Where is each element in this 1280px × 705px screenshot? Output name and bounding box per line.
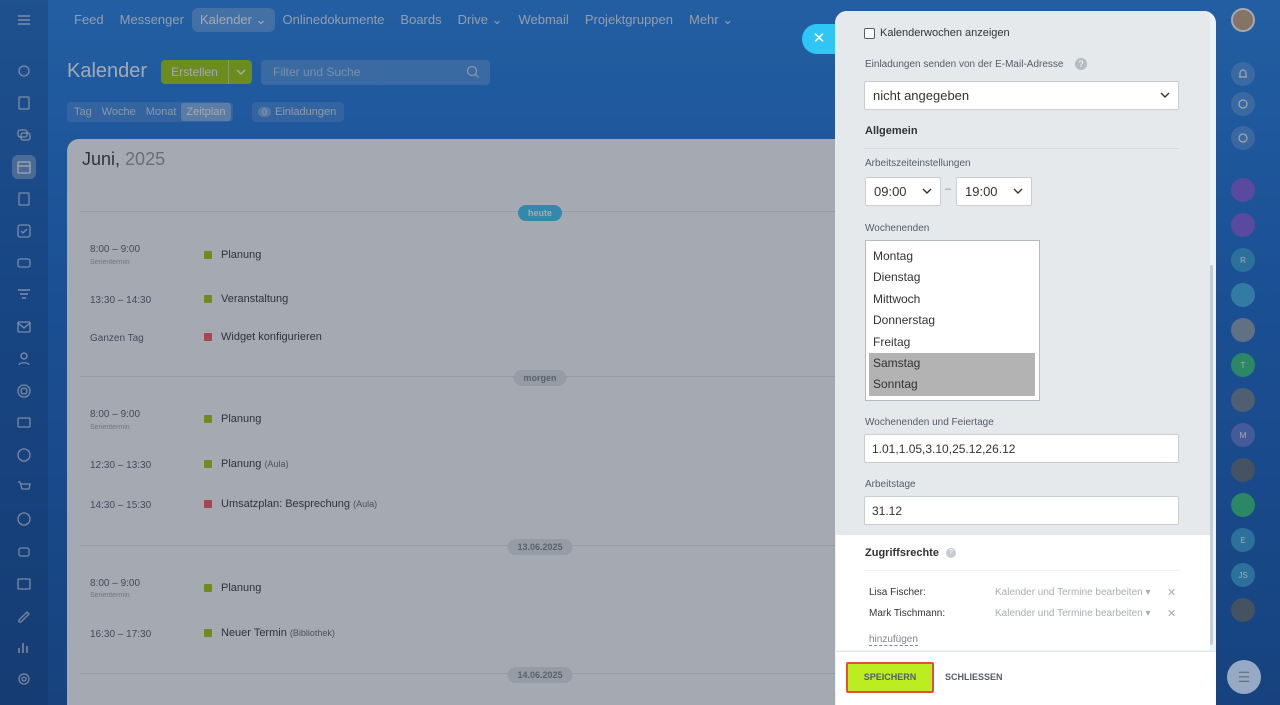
- work-start-value: 09:00: [874, 184, 907, 199]
- help-icon[interactable]: ?: [946, 548, 956, 558]
- general-section-title: Allgemein: [865, 125, 918, 137]
- weekday-option-selected[interactable]: Samstag: [869, 352, 1035, 375]
- invite-email-label: Einladungen senden von der E-Mail-Adress…: [865, 59, 1064, 70]
- week-numbers-checkbox[interactable]: [864, 28, 875, 39]
- access-permission-select[interactable]: Kalender und Termine bearbeiten ▾: [995, 608, 1151, 619]
- week-numbers-label: Kalenderwochen anzeigen: [880, 27, 1010, 39]
- chat-menu-icon[interactable]: ☰: [1227, 660, 1261, 694]
- access-rights-title: Zugriffsrechte: [865, 547, 939, 559]
- invite-email-value: nicht angegeben: [873, 88, 970, 103]
- workdays-input[interactable]: 31.12: [864, 496, 1179, 525]
- chevron-down-icon: [1160, 92, 1170, 98]
- help-icon[interactable]: ?: [1075, 58, 1087, 70]
- chevron-down-icon: [1013, 188, 1023, 194]
- divider: [864, 148, 1179, 149]
- close-button[interactable]: SCHLIESSEN: [945, 672, 1003, 682]
- weekday-option[interactable]: Montag: [866, 246, 1039, 267]
- close-icon[interactable]: ✕: [802, 24, 836, 54]
- weekends-label: Wochenenden: [865, 223, 930, 234]
- holidays-input[interactable]: 1.01,1.05,3.10,25.12,26.12: [864, 434, 1179, 463]
- work-end-value: 19:00: [965, 184, 998, 199]
- access-permission-value: Kalender und Termine bearbeiten: [995, 608, 1143, 619]
- weekday-option[interactable]: Dienstag: [866, 267, 1039, 288]
- access-permission-select[interactable]: Kalender und Termine bearbeiten ▾: [995, 587, 1151, 598]
- chevron-down-icon: [922, 188, 932, 194]
- scrollbar[interactable]: [1210, 265, 1213, 645]
- work-start-select[interactable]: 09:00: [865, 177, 941, 206]
- invite-email-select[interactable]: nicht angegeben: [864, 81, 1179, 110]
- access-user-name: Mark Tischmann:: [869, 608, 946, 619]
- weekday-option[interactable]: Mittwoch: [866, 289, 1039, 310]
- access-permission-value: Kalender und Termine bearbeiten: [995, 587, 1143, 598]
- access-user-name: Lisa Fischer:: [869, 587, 926, 598]
- workdays-label: Arbeitstage: [865, 479, 916, 490]
- work-end-select[interactable]: 19:00: [956, 177, 1032, 206]
- remove-icon[interactable]: ✕: [1167, 607, 1176, 620]
- remove-icon[interactable]: ✕: [1167, 586, 1176, 599]
- weekday-option-selected[interactable]: Sonntag: [869, 374, 1035, 396]
- work-hours-label: Arbeitszeiteinstellungen: [865, 158, 971, 169]
- save-button[interactable]: SPEICHERN: [846, 662, 934, 693]
- divider: [864, 570, 1180, 571]
- weekday-option[interactable]: Freitag: [866, 332, 1039, 353]
- weekday-option[interactable]: Donnerstag: [866, 310, 1039, 331]
- holidays-label: Wochenenden und Feiertage: [865, 417, 994, 428]
- weekends-listbox[interactable]: Montag Dienstag Mittwoch Donnerstag Frei…: [865, 240, 1040, 401]
- add-access-link[interactable]: hinzufügen: [869, 634, 918, 646]
- time-range-dash: –: [945, 183, 952, 195]
